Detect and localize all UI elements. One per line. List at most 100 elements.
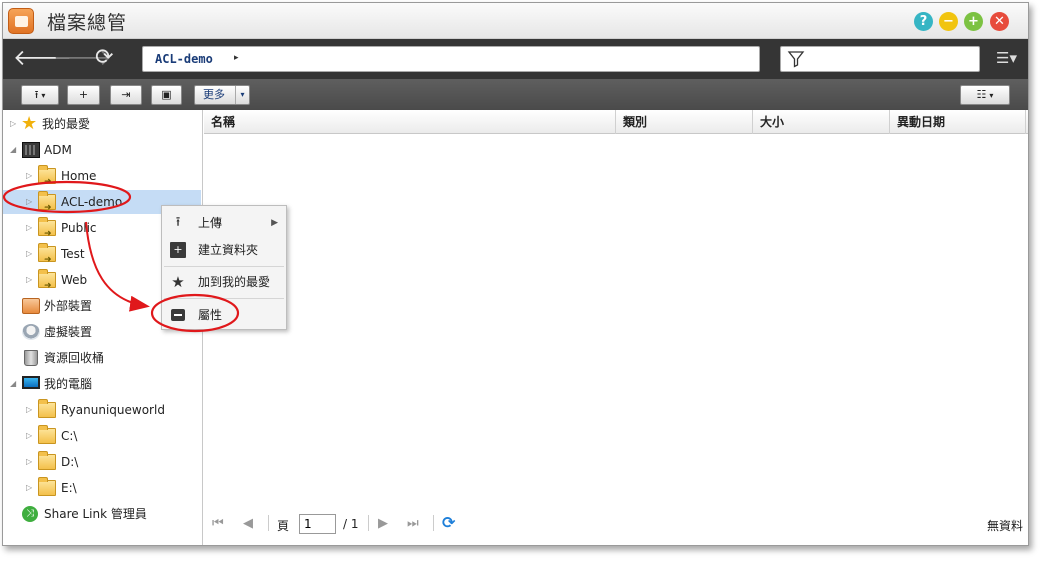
shared-folder-icon (38, 165, 56, 194)
expand-icon[interactable]: ▷ (10, 112, 16, 136)
context-menu-properties[interactable]: 屬性 (162, 302, 286, 328)
path-segment[interactable]: ACL-demo (155, 52, 213, 66)
sidebar-item-label: Share Link 管理員 (44, 507, 147, 521)
new-folder-icon: + (78, 88, 89, 101)
share-link-icon: ⤨ (22, 506, 38, 522)
navigation-bar: 🡐 🡒 ⟳ ACL-demo ▸ ☰▾ (3, 39, 1028, 79)
new-folder-icon: + (170, 242, 186, 258)
context-menu: ⭱ 上傳 ▶ + 建立資料夾 ★ 加到我的最愛 屬性 (161, 205, 287, 330)
separator (268, 515, 269, 531)
view-mode-button[interactable]: ☷ ▾ (960, 85, 1010, 105)
sidebar-item-ryanuniqueworld[interactable]: ▷ Ryanuniqueworld (3, 398, 201, 422)
virtual-device-icon (22, 324, 40, 340)
column-header-modified-date[interactable]: 異動日期 (890, 110, 1026, 134)
column-header-name[interactable]: 名稱 (204, 110, 616, 134)
refresh-icon[interactable]: ⟳ (442, 513, 455, 532)
shared-folder-icon (38, 217, 56, 246)
expand-icon[interactable]: ▷ (26, 268, 32, 292)
folder-icon (38, 399, 56, 418)
file-explorer-app-icon (8, 8, 34, 34)
collapse-icon[interactable]: ◢ (10, 372, 16, 396)
expand-icon[interactable]: ▷ (26, 242, 32, 266)
sidebar-item-label: Public (61, 221, 97, 235)
help-button[interactable]: ? (914, 12, 933, 31)
context-menu-upload[interactable]: ⭱ 上傳 ▶ (162, 210, 286, 236)
star-icon: ★ (21, 113, 38, 134)
column-header-type[interactable]: 類別 (616, 110, 753, 134)
file-list[interactable] (204, 134, 1028, 507)
expand-icon[interactable]: ▷ (26, 216, 32, 240)
expand-icon[interactable]: ▷ (26, 450, 32, 474)
sidebar-item-label: C:\ (61, 429, 78, 443)
shared-folder-icon (38, 269, 56, 298)
upload-button[interactable]: ⭱ ▾ (21, 85, 59, 105)
sidebar-item-label: 我的電腦 (44, 377, 93, 391)
sidebar-item-adm[interactable]: ◢ ADM (3, 138, 201, 162)
page-label: 頁 (277, 519, 290, 533)
move-folder-icon: ⇥ (121, 88, 131, 101)
sidebar-item-label: 虛擬裝置 (44, 325, 93, 339)
sidebar-item-recycle-bin[interactable]: 資源回收桶 (3, 346, 201, 370)
folder-icon (38, 451, 56, 470)
funnel-icon (787, 51, 805, 68)
first-page-icon[interactable]: ⏮ (212, 516, 224, 531)
sidebar-item-label: Test (61, 247, 85, 261)
new-folder-button[interactable]: + (67, 85, 100, 105)
pagination-bar: ⏮ ◀ 頁 / 1 ▶ ⏭ ⟳ 無資料 (204, 507, 1028, 545)
context-menu-new-folder[interactable]: + 建立資料夾 (162, 237, 286, 263)
expand-icon[interactable]: ▷ (26, 398, 32, 422)
star-icon: ★ (171, 273, 185, 291)
sidebar-item-label: 資源回收桶 (44, 351, 105, 365)
sidebar-item-my-computer[interactable]: ◢ 我的電腦 (3, 372, 201, 396)
computer-icon (22, 376, 40, 389)
menu-separator (164, 298, 284, 299)
next-page-icon[interactable]: ▶ (378, 516, 388, 531)
title-bar: 檔案總管 ? − + ✕ (3, 3, 1028, 39)
window-title: 檔案總管 (47, 12, 128, 34)
page-total: / 1 (343, 517, 359, 531)
sidebar-item-drive-c[interactable]: ▷ C:\ (3, 424, 201, 448)
upload-icon: ⭱ (34, 88, 39, 101)
filter-input[interactable] (780, 46, 980, 72)
status-text: 無資料 (986, 519, 1023, 533)
sidebar-item-favorites[interactable]: ▷ ★ 我的最愛 (3, 112, 201, 136)
collapse-icon[interactable]: ◢ (10, 138, 16, 162)
file-explorer-window: 檔案總管 ? − + ✕ 🡐 🡒 ⟳ ACL-demo ▸ ☰▾ ⭱▾ + ⇥ (2, 2, 1029, 546)
select-all-button[interactable]: ▣ (151, 85, 182, 105)
upload-icon: ⭱ (175, 215, 181, 230)
file-list-header: 名稱 類別 大小 異動日期 (204, 110, 1028, 134)
sidebar-item-home[interactable]: ▷ Home (3, 164, 201, 194)
column-header-size[interactable]: 大小 (753, 110, 890, 134)
menu-item-label: 建立資料夾 (198, 243, 259, 257)
chevron-down-icon: ▾ (41, 91, 46, 100)
list-view-icon: ☷ (976, 88, 987, 101)
toolbar: ⭱ ▾ + ⇥ ▣ 更多 ▾ ☷ ▾ (3, 79, 1028, 110)
expand-icon[interactable]: ▷ (26, 476, 32, 500)
expand-icon[interactable]: ▷ (26, 164, 32, 188)
menu-item-label: 屬性 (198, 308, 223, 322)
maximize-button[interactable]: + (964, 12, 983, 31)
submenu-arrow-icon: ▶ (271, 218, 278, 228)
path-arrow-icon[interactable]: ▸ (234, 53, 239, 63)
more-label: 更多 (203, 88, 225, 101)
more-button[interactable]: 更多 ▾ (194, 85, 250, 105)
move-button[interactable]: ⇥ (110, 85, 142, 105)
sidebar-item-label: D:\ (61, 455, 79, 469)
sidebar-item-share-link-manager[interactable]: ⤨ Share Link 管理員 (3, 502, 201, 526)
expand-icon[interactable]: ▷ (26, 190, 32, 214)
path-bar[interactable]: ACL-demo ▸ (142, 46, 760, 72)
last-page-icon[interactable]: ⏭ (407, 516, 419, 531)
refresh-icon[interactable]: ⟳ (95, 45, 113, 70)
sidebar-item-drive-d[interactable]: ▷ D:\ (3, 450, 201, 474)
page-number-input[interactable] (299, 514, 336, 534)
minimize-button[interactable]: − (939, 12, 958, 31)
properties-icon (171, 309, 185, 321)
chevron-down-icon: ▾ (989, 91, 994, 100)
expand-icon[interactable]: ▷ (26, 424, 32, 448)
sidebar-item-drive-e[interactable]: ▷ E:\ (3, 476, 201, 500)
context-menu-add-favorite[interactable]: ★ 加到我的最愛 (162, 269, 286, 295)
chevron-down-icon[interactable]: ▾ (235, 86, 249, 104)
view-options-icon[interactable]: ☰▾ (996, 49, 1017, 67)
close-button[interactable]: ✕ (990, 12, 1009, 31)
previous-page-icon[interactable]: ◀ (243, 516, 253, 531)
